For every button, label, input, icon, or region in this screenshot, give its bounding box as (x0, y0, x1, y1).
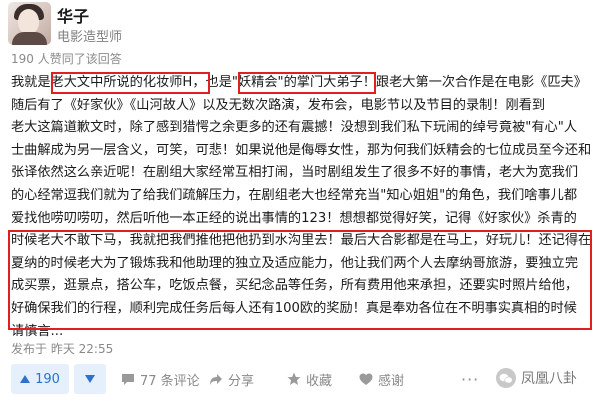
answer-line: 爱找他唠叨唠叨，然后听他一本正经的说出事情的123！想想都觉得好笑，记得《好家伙… (11, 210, 577, 226)
comments-button[interactable]: 77 条评论 (121, 364, 200, 394)
author-title: 电影造型师 (57, 30, 123, 45)
answer-line: 随后有了《好家伙》《山河故人》以及无数次路演，发布会，电影节以及节目的录制！刚看… (11, 97, 546, 113)
action-bar: 190 77 条评论 分享 收藏 感谢 ··· 凤凰八卦 (0, 356, 600, 404)
thanks-label: 感谢 (378, 373, 405, 389)
favorite-label: 收藏 (306, 373, 333, 389)
triangle-down-icon (85, 375, 95, 383)
avatar-body (12, 32, 47, 45)
avatar-face (18, 9, 39, 34)
author-name[interactable]: 华子 (57, 3, 89, 27)
share-icon (210, 373, 222, 385)
watermark: 凤凰八卦 (496, 368, 577, 388)
votes-summary[interactable]: 190 人赞同了该回答 (11, 50, 122, 67)
comments-label: 77 条评论 (140, 373, 200, 389)
answer-line: 张译依然这么亲近呢！在剧组大家经常互相打闹，当时剧组发生了很多不好的事情，老大为… (11, 165, 579, 181)
upvote-button[interactable]: 190 (11, 364, 69, 394)
watermark-text: 凤凰八卦 (521, 371, 577, 387)
more-button[interactable]: ··· (461, 364, 479, 394)
share-button[interactable]: 分享 (209, 364, 254, 394)
author-avatar[interactable] (8, 2, 51, 45)
favorite-button[interactable]: 收藏 (287, 364, 332, 394)
comment-icon (122, 373, 134, 385)
answer-content: 我就是老大文中所说的化妆师H，也是"妖精会"的掌门大弟子！跟老大第一次合作是在电… (11, 72, 592, 343)
thanks-button[interactable]: 感谢 (359, 364, 404, 394)
answer-line: 士曲解成为另一层含义，可笑，可悲！如果说他是侮辱女性，那为何我们妖精会的七位成员… (11, 142, 592, 158)
answer-line: 夏纳的时候老大为了锻炼我和他助理的独立及适应能力，他让我们两个人去摩纳哥旅游，要… (11, 255, 579, 271)
wechat-logo-icon (496, 368, 516, 388)
share-label: 分享 (228, 373, 255, 389)
heart-icon (359, 373, 373, 385)
answer-timestamp[interactable]: 发布于 昨天 22:55 (11, 340, 113, 357)
triangle-up-icon (20, 375, 31, 383)
answer-line: 老大这篇道歉文时，除了感到猎愕之余更多的还有震撼！没想到我们私下玩闹的绰号竟被"… (11, 120, 578, 136)
answer-line: 成买票，逛景点，搭公车，吃饭点餐，买纪念品等任务，所有费用他来承担，还要实时照片… (11, 278, 579, 294)
downvote-button[interactable] (74, 364, 106, 394)
chat-bubbles-icon (499, 373, 513, 383)
answer-header: 华子 电影造型师 (0, 0, 600, 50)
answer-line: 的心经常逗我们就为了给我们疏解压力，在剧组老大也经常充当"知心姐姐"的角色，我们… (11, 187, 578, 203)
answer-line: 时候老大不敢下马，我就把我們推他把他扔到水沟里去！最后大合影都是在马上，好玩儿！… (11, 233, 592, 249)
star-icon (287, 372, 301, 385)
answer-line: 我就是老大文中所说的化妆师H，也是"妖精会"的掌门大弟子！跟老大第一次合作是在电… (11, 75, 587, 90)
answer-line: 好确保我们的行程，顺利完成任务后每人还有100欧的奖励！真是奉劝各位在不明事实真… (11, 300, 577, 316)
upvote-count: 190 (35, 371, 60, 387)
